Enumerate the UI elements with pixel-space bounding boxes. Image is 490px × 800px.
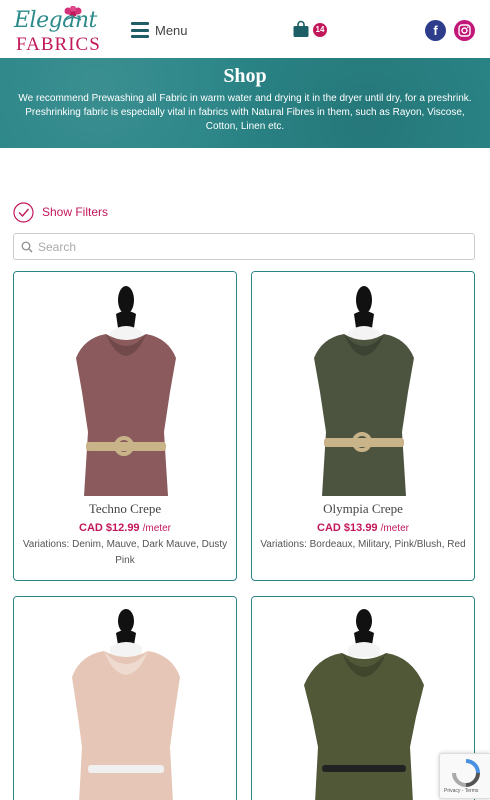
instagram-icon — [458, 24, 471, 37]
hamburger-icon — [131, 22, 149, 38]
cart-button[interactable]: 14 — [292, 20, 332, 40]
product-image[interactable] — [14, 597, 236, 800]
product-variations: Variations: Denim, Mauve, Dark Mauve, Du… — [22, 539, 228, 566]
product-price: CAD $12.99 /meter — [79, 522, 171, 534]
recaptcha-links[interactable]: Privacy - Terms — [444, 788, 478, 794]
product-image[interactable] — [252, 272, 474, 496]
logo-wordmark: FABRICS — [16, 34, 101, 55]
show-filters-toggle[interactable]: Show Filters — [13, 201, 108, 223]
product-card[interactable] — [13, 596, 237, 800]
recaptcha-icon — [452, 759, 480, 787]
product-card[interactable]: Techno Crepe CAD $12.99 /meter Variation… — [13, 271, 237, 581]
mannequin-image — [314, 286, 414, 496]
search-box — [13, 233, 475, 260]
product-price: CAD $13.99 /meter — [317, 522, 409, 534]
recaptcha-badge[interactable]: Privacy - Terms — [439, 753, 490, 799]
check-circle-icon — [13, 201, 34, 223]
menu-button[interactable]: Menu — [131, 20, 188, 40]
shopping-bag-icon — [293, 20, 309, 37]
show-filters-label: Show Filters — [42, 205, 109, 219]
facebook-icon: f — [433, 23, 438, 38]
prewash-notice: We recommend Prewashing all Fabric in wa… — [18, 93, 472, 132]
facebook-link[interactable]: f — [425, 20, 446, 41]
product-name[interactable]: Techno Crepe — [14, 501, 236, 517]
product-name[interactable]: Olympia Crepe — [252, 501, 474, 517]
site-header: Elegant FABRICS Menu 14 f — [0, 0, 490, 58]
product-image[interactable] — [14, 272, 236, 496]
site-logo[interactable]: Elegant FABRICS — [14, 6, 106, 55]
mannequin-image — [76, 286, 176, 496]
mannequin-image — [72, 609, 180, 800]
product-variations: Variations: Bordeaux, Military, Pink/Blu… — [260, 539, 466, 550]
logo-script-text: Elegant — [14, 8, 97, 33]
instagram-link[interactable] — [454, 20, 475, 41]
cart-count-badge: 14 — [313, 23, 327, 37]
shop-banner: Shop We recommend Prewashing all Fabric … — [0, 58, 490, 148]
menu-label: Menu — [155, 22, 188, 38]
search-input[interactable] — [38, 239, 474, 254]
search-icon — [21, 241, 33, 252]
page-title: Shop — [223, 65, 267, 87]
product-card[interactable]: Olympia Crepe CAD $13.99 /meter Variatio… — [251, 271, 475, 581]
